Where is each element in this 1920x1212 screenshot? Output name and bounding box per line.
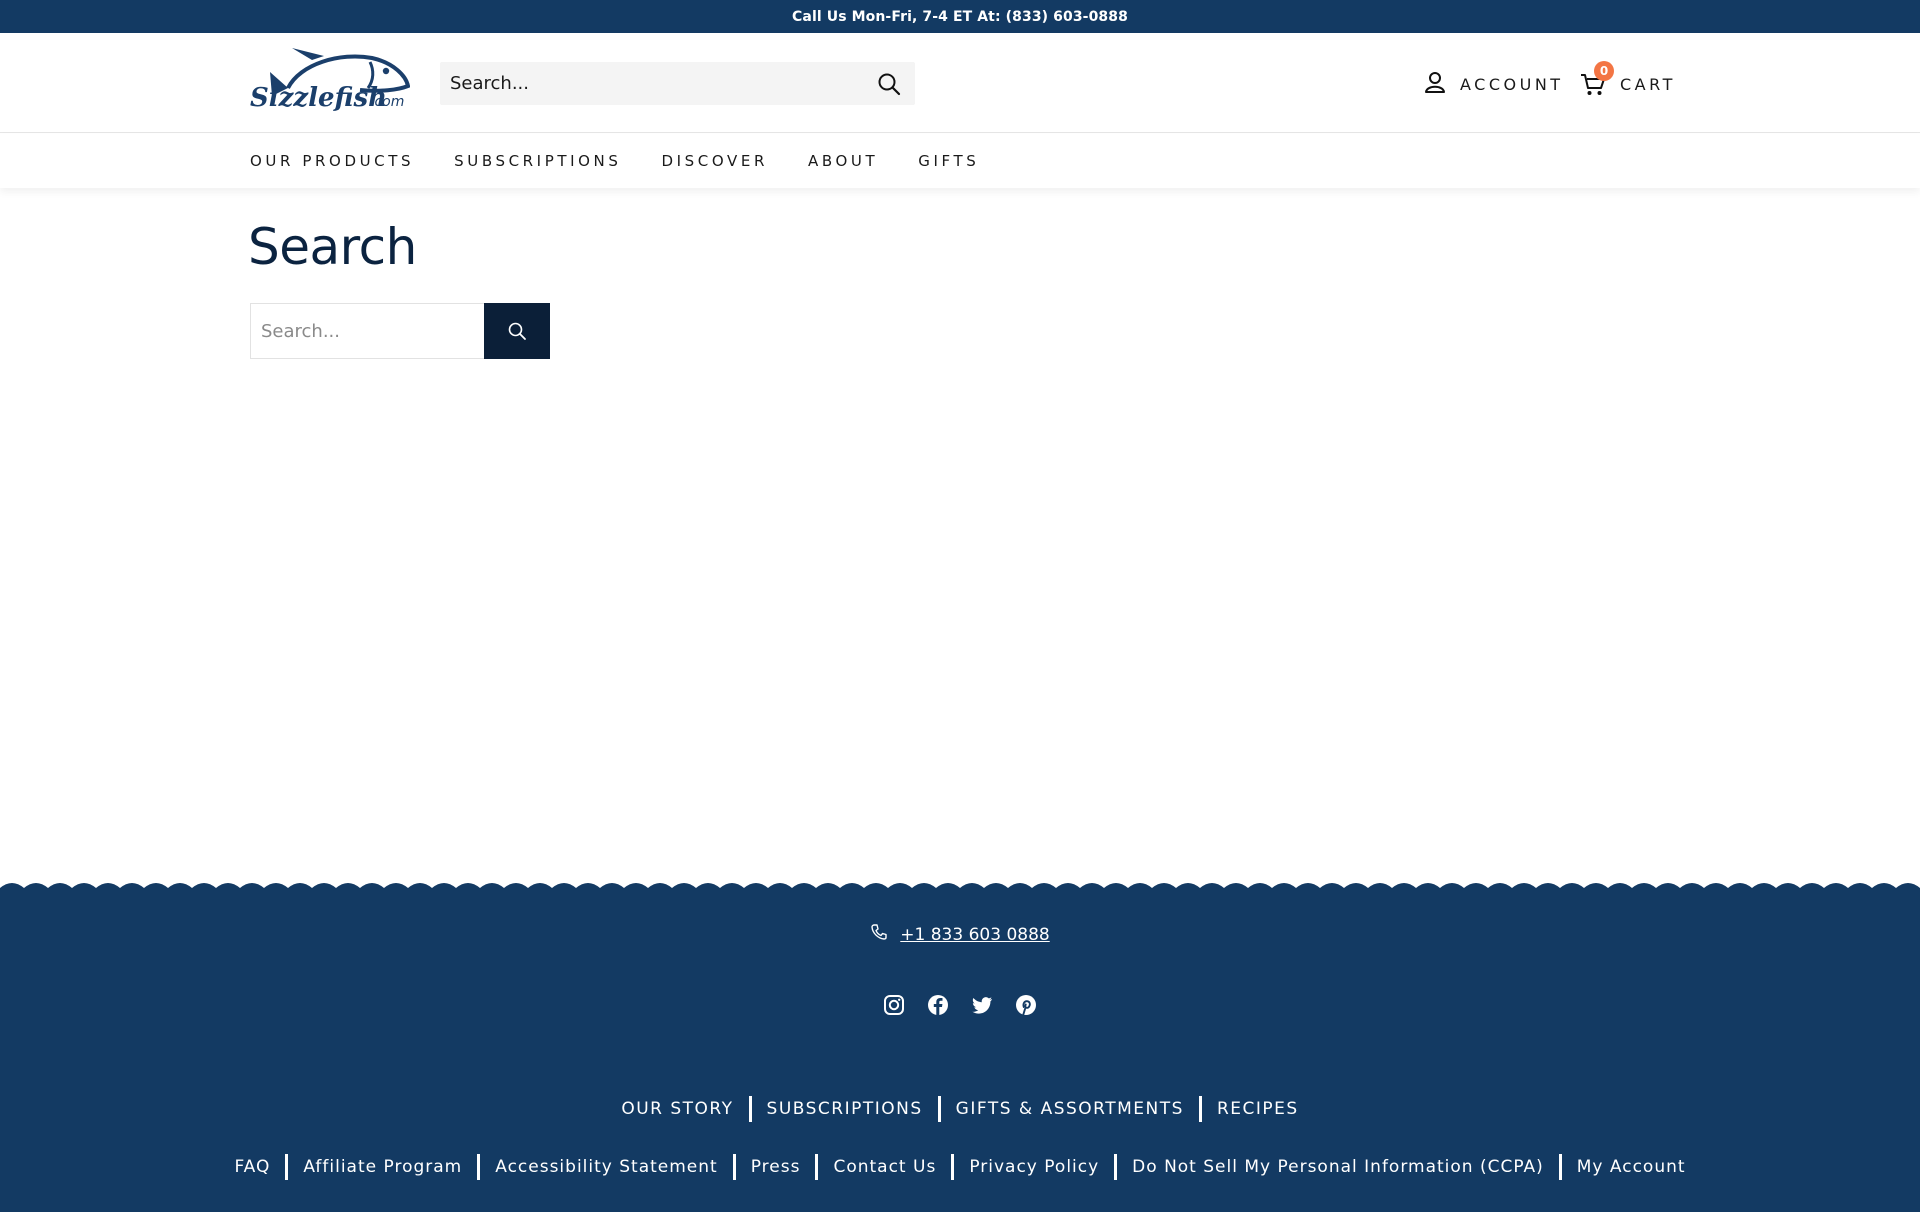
nav-item-gifts[interactable]: GIFTS [918, 152, 979, 170]
footer-phone: +1 833 603 0888 [0, 923, 1920, 946]
main-search-form [250, 303, 550, 359]
account-link[interactable]: ACCOUNT [1424, 70, 1564, 98]
footer-link-contact-us[interactable]: Contact Us [818, 1157, 951, 1177]
user-icon [1424, 71, 1446, 97]
footer-link-my-account[interactable]: My Account [1562, 1157, 1701, 1177]
facebook-icon[interactable] [926, 993, 950, 1017]
cart-label: CART [1620, 74, 1676, 94]
search-icon [508, 322, 526, 340]
instagram-icon[interactable] [882, 993, 906, 1017]
main-nav: OUR PRODUCTS SUBSCRIPTIONS DISCOVER ABOU… [0, 134, 1920, 188]
nav-item-subscriptions[interactable]: SUBSCRIPTIONS [454, 152, 621, 170]
site-footer: +1 833 603 0888 OUR STORY SUBSCRIPTIONS … [0, 893, 1920, 1212]
footer-link-our-story[interactable]: OUR STORY [606, 1099, 748, 1119]
cart-icon: 0 [1580, 61, 1614, 97]
search-submit-button[interactable] [484, 303, 550, 359]
footer-link-recipes[interactable]: RECIPES [1202, 1099, 1314, 1119]
search-icon[interactable] [877, 72, 901, 96]
footer-link-do-not-sell[interactable]: Do Not Sell My Personal Information (CCP… [1117, 1157, 1559, 1177]
phone-link[interactable]: +1 833 603 0888 [900, 925, 1049, 945]
nav-item-our-products[interactable]: OUR PRODUCTS [250, 152, 414, 170]
pinterest-icon[interactable] [1014, 993, 1038, 1017]
footer-link-accessibility-statement[interactable]: Accessibility Statement [480, 1157, 732, 1177]
nav-item-about[interactable]: ABOUT [808, 152, 878, 170]
announcement-text: Call Us Mon-Fri, 7-4 ET At: (833) 603-08… [792, 8, 1128, 25]
svg-text:.com: .com [370, 94, 404, 110]
phone-icon [870, 923, 888, 946]
cart-count-badge: 0 [1594, 61, 1614, 81]
main-search-input[interactable] [250, 303, 484, 359]
footer-primary-links: OUR STORY SUBSCRIPTIONS GIFTS & ASSORTME… [0, 1096, 1920, 1122]
page-title: Search [248, 218, 417, 276]
announcement-bar: Call Us Mon-Fri, 7-4 ET At: (833) 603-08… [0, 0, 1920, 33]
header-search-input[interactable] [440, 62, 860, 105]
account-label: ACCOUNT [1460, 74, 1564, 94]
footer-link-affiliate-program[interactable]: Affiliate Program [288, 1157, 477, 1177]
sizzlefish-logo[interactable]: Sizzlefish .com [248, 46, 411, 120]
footer-secondary-links: FAQ Affiliate Program Accessibility Stat… [0, 1154, 1920, 1180]
social-links [0, 993, 1920, 1017]
footer-link-press[interactable]: Press [736, 1157, 816, 1177]
header-search [440, 62, 915, 105]
footer-link-faq[interactable]: FAQ [219, 1157, 285, 1177]
footer-link-gifts-assortments[interactable]: GIFTS & ASSORTMENTS [941, 1099, 1199, 1119]
nav-item-discover[interactable]: DISCOVER [662, 152, 768, 170]
twitter-icon[interactable] [970, 993, 994, 1017]
cart-link[interactable]: 0 CART [1580, 61, 1676, 98]
site-header: Sizzlefish .com ACCOUNT 0 CART [0, 33, 1920, 133]
svg-text:Sizzlefish: Sizzlefish [250, 83, 387, 113]
footer-link-privacy-policy[interactable]: Privacy Policy [954, 1157, 1114, 1177]
footer-link-subscriptions[interactable]: SUBSCRIPTIONS [752, 1099, 938, 1119]
footer-wave-divider [0, 878, 1920, 894]
